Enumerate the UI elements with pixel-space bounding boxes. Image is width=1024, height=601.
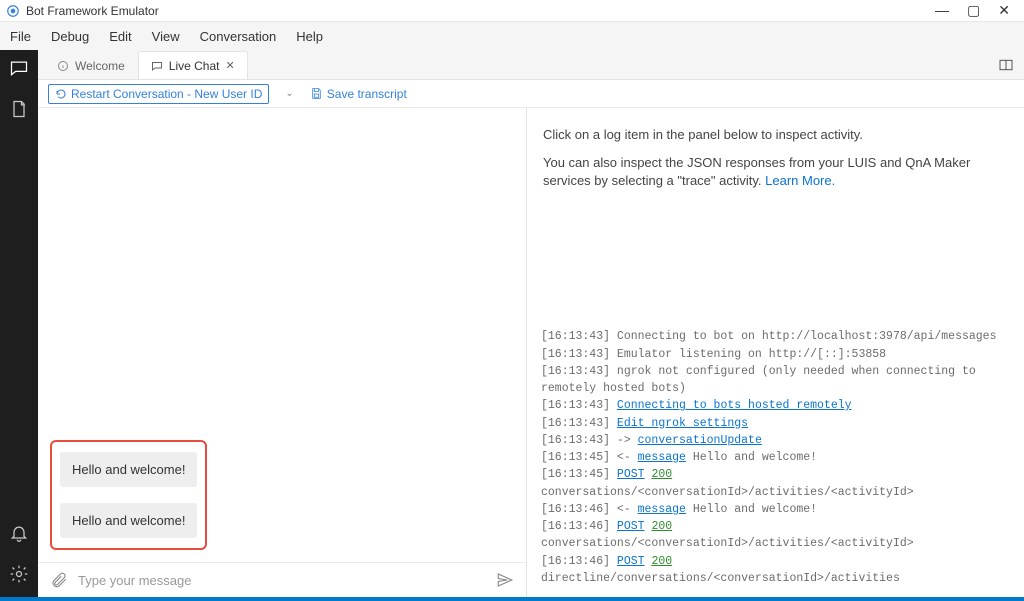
log-link[interactable]: Edit ngrok settings xyxy=(617,417,748,430)
menu-debug[interactable]: Debug xyxy=(51,29,89,44)
app-title: Bot Framework Emulator xyxy=(26,4,935,18)
save-icon xyxy=(310,87,323,100)
minimize-button[interactable]: — xyxy=(935,2,949,19)
log-line[interactable]: [16:13:43] Emulator listening on http://… xyxy=(541,346,1010,363)
refresh-icon xyxy=(55,88,67,100)
log-line[interactable]: [16:13:45] POST 200 conversations/<conve… xyxy=(541,466,1010,501)
chat-panel: Hello and welcome! Hello and welcome! xyxy=(38,108,527,597)
tabbar: Welcome Live Chat ✕ xyxy=(38,50,1024,80)
restart-conversation-button[interactable]: Restart Conversation - New User ID xyxy=(48,84,269,104)
close-button[interactable]: ✕ xyxy=(998,2,1010,19)
log-link[interactable]: Connecting to bots hosted remotely xyxy=(617,399,852,412)
toolbar: Restart Conversation - New User ID ⌄ Sav… xyxy=(38,80,1024,108)
log-panel[interactable]: [16:13:43] Connecting to bot on http://l… xyxy=(527,219,1024,597)
menu-edit[interactable]: Edit xyxy=(109,29,131,44)
tab-close-icon[interactable]: ✕ xyxy=(226,59,235,72)
tab-livechat-label: Live Chat xyxy=(169,59,220,73)
status-bar xyxy=(0,597,1024,601)
message-input[interactable] xyxy=(78,573,486,588)
log-line[interactable]: [16:13:46] POST 200 conversations/<conve… xyxy=(541,518,1010,553)
tab-welcome[interactable]: Welcome xyxy=(44,51,138,79)
log-link[interactable]: conversationUpdate xyxy=(638,434,762,447)
document-icon[interactable] xyxy=(9,99,29,122)
log-status-code[interactable]: 200 xyxy=(651,555,672,568)
log-method[interactable]: POST xyxy=(617,520,645,533)
save-transcript-button[interactable]: Save transcript xyxy=(310,87,407,101)
split-panel-icon[interactable] xyxy=(998,57,1014,73)
bell-icon[interactable] xyxy=(9,523,29,546)
right-panel: Click on a log item in the panel below t… xyxy=(527,108,1024,597)
tab-welcome-label: Welcome xyxy=(75,59,125,73)
app-icon xyxy=(6,4,20,18)
learn-more-link[interactable]: Learn More. xyxy=(765,173,835,188)
log-method[interactable]: POST xyxy=(617,468,645,481)
activitybar xyxy=(0,50,38,597)
inspector-panel: Click on a log item in the panel below t… xyxy=(527,108,1024,219)
message-bubble[interactable]: Hello and welcome! xyxy=(60,452,197,487)
restart-label: Restart Conversation - New User ID xyxy=(71,87,262,101)
menu-view[interactable]: View xyxy=(152,29,180,44)
info-icon xyxy=(57,60,69,72)
inspector-hint-1: Click on a log item in the panel below t… xyxy=(543,126,1008,144)
chat-icon[interactable] xyxy=(9,58,29,81)
log-status-code[interactable]: 200 xyxy=(651,468,672,481)
tab-livechat[interactable]: Live Chat ✕ xyxy=(138,51,248,79)
log-line[interactable]: [16:13:46] POST 200 directline/conversat… xyxy=(541,553,1010,588)
log-status-code[interactable]: 200 xyxy=(651,520,672,533)
inspector-hint-2: You can also inspect the JSON responses … xyxy=(543,154,1008,190)
save-transcript-label: Save transcript xyxy=(327,87,407,101)
message-bubble[interactable]: Hello and welcome! xyxy=(60,503,197,538)
log-line[interactable]: [16:13:43] Connecting to bot on http://l… xyxy=(541,328,1010,345)
log-line[interactable]: [16:13:43] Edit ngrok settings xyxy=(541,415,1010,432)
chat-messages: Hello and welcome! Hello and welcome! xyxy=(38,108,526,562)
maximize-button[interactable]: ▢ xyxy=(967,2,980,19)
titlebar: Bot Framework Emulator — ▢ ✕ xyxy=(0,0,1024,22)
menu-help[interactable]: Help xyxy=(296,29,323,44)
log-line[interactable]: [16:13:43] -> conversationUpdate xyxy=(541,432,1010,449)
send-icon[interactable] xyxy=(496,571,514,589)
highlight-annotation: Hello and welcome! Hello and welcome! xyxy=(50,440,207,550)
menu-file[interactable]: File xyxy=(10,29,31,44)
log-link[interactable]: message xyxy=(638,503,686,516)
chat-tab-icon xyxy=(151,60,163,72)
attach-icon[interactable] xyxy=(50,571,68,589)
menubar: File Debug Edit View Conversation Help xyxy=(0,22,1024,50)
log-line[interactable]: [16:13:45] <- message Hello and welcome! xyxy=(541,449,1010,466)
log-line[interactable]: [16:13:46] <- message Hello and welcome! xyxy=(541,501,1010,518)
log-line[interactable]: [16:13:43] Connecting to bots hosted rem… xyxy=(541,397,1010,414)
gear-icon[interactable] xyxy=(9,564,29,587)
restart-dropdown-arrow[interactable]: ⌄ xyxy=(281,88,297,99)
log-link[interactable]: message xyxy=(638,451,686,464)
log-line[interactable]: [16:13:43] ngrok not configured (only ne… xyxy=(541,363,1010,398)
menu-conversation[interactable]: Conversation xyxy=(200,29,277,44)
log-method[interactable]: POST xyxy=(617,555,645,568)
chat-input-row xyxy=(38,562,526,597)
